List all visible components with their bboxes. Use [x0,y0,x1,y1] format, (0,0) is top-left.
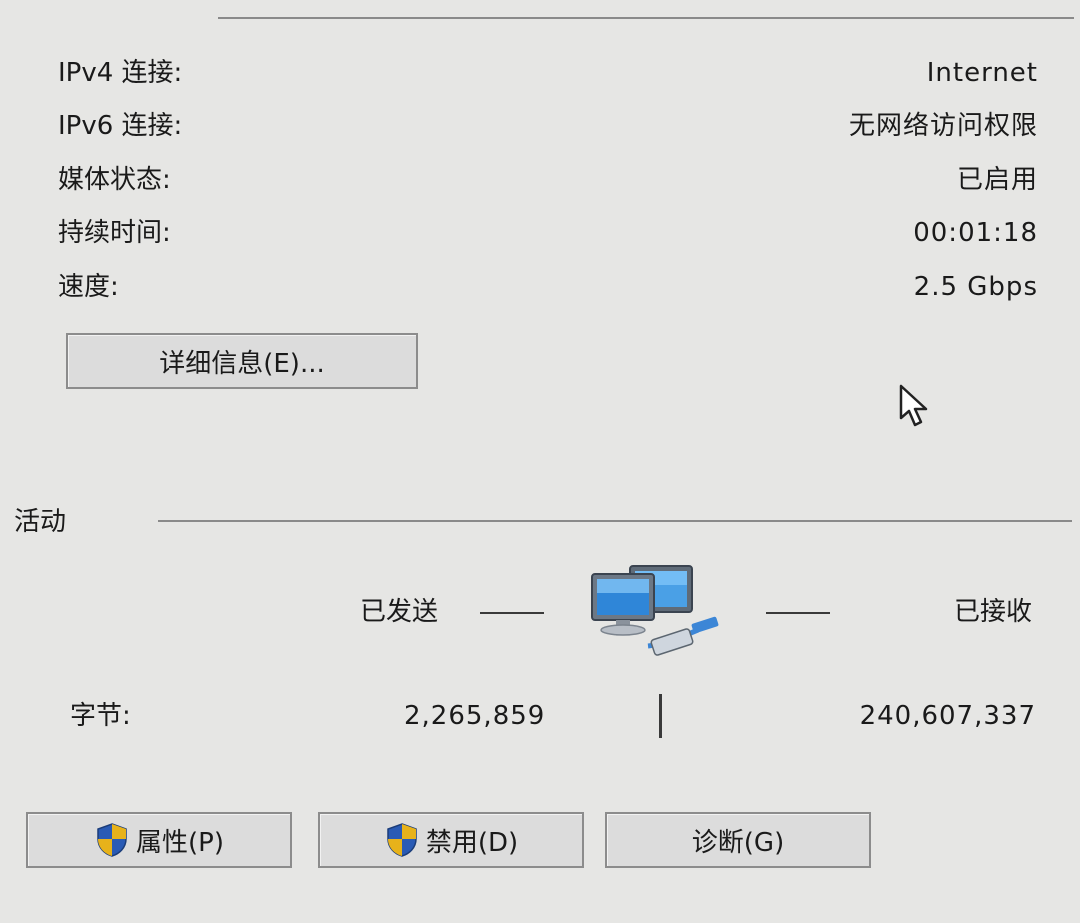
ipv4-label: IPv4 连接: [58,58,183,88]
duration-label: 持续时间: [58,218,171,248]
received-label: 已接收 [953,597,1032,627]
uac-shield-icon [97,823,127,857]
duration-row: 持续时间: 00:01:18 [58,213,1038,253]
media-state-value: 已启用 [956,165,1038,195]
details-button[interactable]: 详细信息(E)... [66,333,418,389]
activity-divider [158,520,1072,522]
section-divider-top [218,17,1074,19]
duration-value: 00:01:18 [913,218,1038,248]
bytes-received-value: 240,607,337 [859,701,1036,731]
ipv6-row: IPv6 连接: 无网络访问权限 [58,106,1038,146]
bytes-divider [659,694,662,738]
network-computers-icon [591,565,719,656]
activity-group-label: 活动 [14,507,67,537]
disable-button-label: 禁用(D) [425,827,519,858]
ipv6-label: IPv6 连接: [58,111,183,141]
bytes-sent-value: 2,265,859 [404,701,546,731]
disable-button[interactable]: 禁用(D) [318,812,584,868]
properties-button[interactable]: 属性(P) [26,812,292,868]
media-state-label: 媒体状态: [58,165,171,195]
received-dash [766,612,830,614]
sent-dash [480,612,544,614]
sent-label: 已发送 [360,597,439,627]
mouse-cursor-icon [899,384,928,427]
speed-row: 速度: 2.5 Gbps [58,267,1038,307]
speed-value: 2.5 Gbps [913,272,1038,302]
media-state-row: 媒体状态: 已启用 [58,160,1038,200]
diagnose-button[interactable]: 诊断(G) [605,812,871,868]
speed-label: 速度: [58,272,119,302]
ipv6-value: 无网络访问权限 [848,111,1038,141]
bytes-label: 字节: [70,701,131,731]
ipv4-row: IPv4 连接: Internet [58,53,1038,93]
ipv4-value: Internet [926,58,1038,88]
properties-button-label: 属性(P) [136,827,224,858]
uac-shield-icon [387,823,417,857]
